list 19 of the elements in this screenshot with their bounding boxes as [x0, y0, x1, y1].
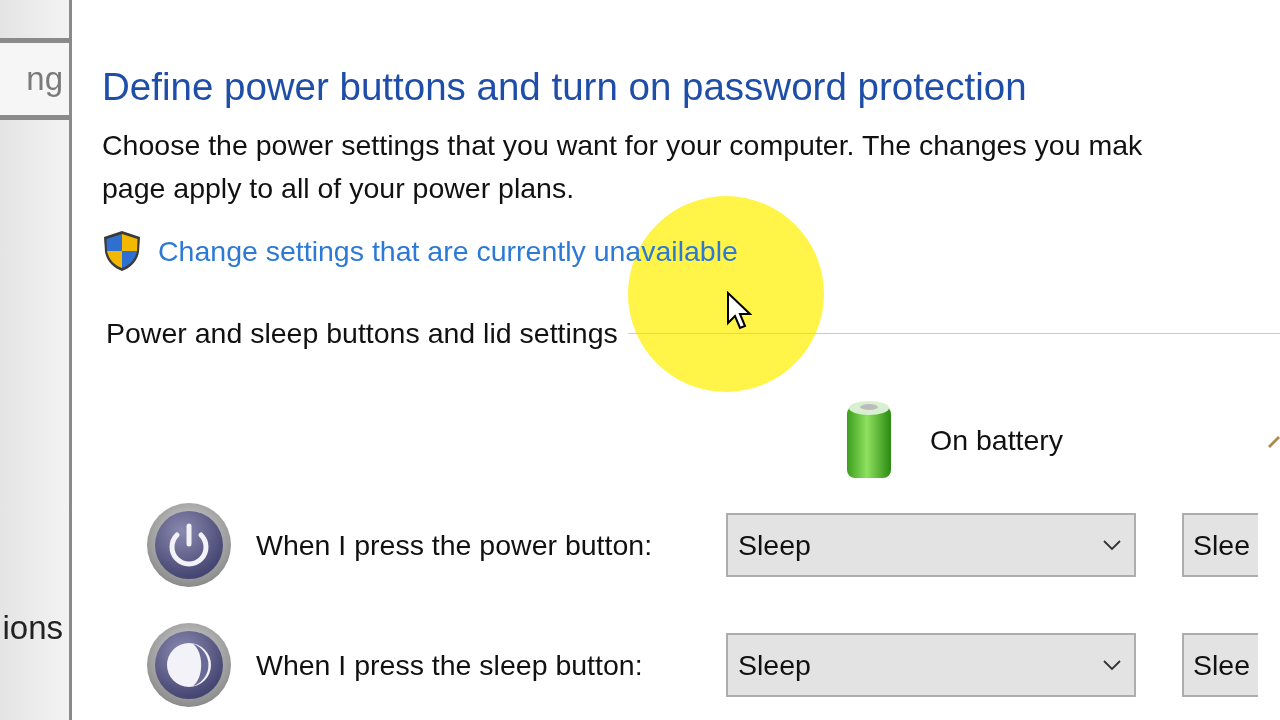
dropdown[interactable]: Sleep [726, 513, 1136, 577]
dropdown[interactable]: Slee [1182, 633, 1258, 697]
chevron-icon [1102, 539, 1122, 551]
shield-icon [102, 230, 142, 272]
section-title: Power and sleep buttons and lid settings [106, 316, 618, 350]
setting-label: When I press the power button: [255, 528, 654, 562]
power-icon [146, 502, 232, 588]
cursor-icon [726, 291, 752, 331]
sidebar-item[interactable]: ng [0, 38, 69, 120]
page-title: Define power buttons and turn on password protection [102, 64, 1028, 110]
dropdown[interactable]: Slee [1182, 513, 1258, 577]
dropdown[interactable]: Sleep [726, 633, 1136, 697]
setting-label: When I press the sleep button: [255, 648, 644, 682]
chevron-icon [1102, 659, 1122, 671]
description-text: page apply to all of your power plans. [102, 171, 576, 206]
description-text: Choose the power settings that you want for your computer. The changes you mak [102, 128, 1144, 163]
column-label: On battery [930, 423, 1064, 457]
sidebar-item[interactable]: ions [0, 608, 69, 648]
moon-icon [146, 622, 232, 708]
